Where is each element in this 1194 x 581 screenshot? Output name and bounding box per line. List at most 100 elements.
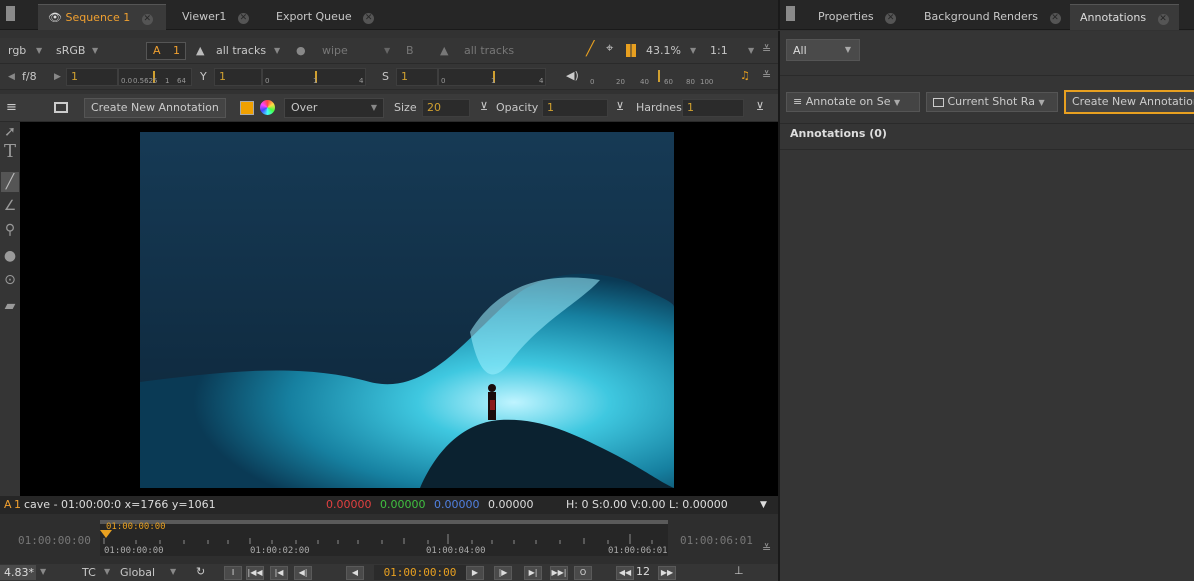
out-point-button[interactable]: O [574,566,592,580]
timeline-ticks [100,520,668,544]
go-to-start-icon[interactable]: |◀◀ [246,566,264,580]
size-slider-icon[interactable]: ⊻ [480,99,488,115]
create-new-annotation-button[interactable]: Create New Annotation [84,98,226,118]
clone-tool-icon[interactable]: ⊙ [1,270,19,290]
input-b-selector[interactable]: B [406,43,414,59]
previous-edit-icon[interactable]: |◀ [270,566,288,580]
line-tool-icon[interactable]: ∠ [1,196,19,216]
audio-slider[interactable]: 0 20 40 60 80 100 [586,68,716,86]
gamma-slider[interactable]: 0 1 4 [262,68,366,86]
step-forward-icon[interactable]: |▶ [494,566,512,580]
status-green: 0.00000 [380,498,426,511]
channels-dropdown[interactable]: rgb [8,43,26,59]
fstop-value[interactable]: f/8 [22,69,37,85]
saturation-field[interactable]: 1 [396,68,438,86]
scope-dropdown[interactable]: Global [120,566,155,579]
tab-viewer[interactable]: Viewer1 ✕ [172,4,259,30]
close-icon[interactable]: ✕ [237,13,249,24]
frame-icon[interactable] [54,102,68,113]
hardness-slider-icon[interactable]: ⊻ [756,99,764,115]
filter-dropdown[interactable]: All ▼ [786,39,860,61]
fstop-increase-icon[interactable]: ▶ [54,69,61,85]
zoom-dropdown[interactable]: 43.1% [646,43,681,59]
wipe-dropdown[interactable]: wipe [322,43,348,59]
pane-grip-icon[interactable] [786,6,795,21]
color-wheel-icon[interactable] [260,100,275,115]
in-point-button[interactable]: I [224,566,242,580]
select-tool-icon[interactable]: ➚ [1,122,19,142]
playhead-time: 01:00:00:00 [106,522,166,532]
speaker-icon[interactable]: ◀) [566,68,579,84]
annotation-menu-icon[interactable]: ≡ [6,100,17,116]
go-to-end-icon[interactable]: ▶▶| [550,566,568,580]
saturation-tick-label: 1 [491,77,496,85]
step-back-icon[interactable]: ◀| [294,566,312,580]
close-icon[interactable]: ✕ [1049,13,1061,24]
gain-field[interactable]: 1 [66,68,118,86]
opacity-field[interactable]: 1 [542,99,608,117]
crosshair-icon[interactable]: ⌖ [606,41,613,57]
blob-tool-icon[interactable]: ● [1,246,19,266]
chevron-down-icon[interactable]: ▼ [760,496,767,514]
layer-icon: ▲ [196,44,205,57]
audio-sync-icon[interactable]: ♫ [740,68,750,84]
viewer-canvas[interactable] [20,122,778,496]
brush-tool-icon[interactable]: ╱ [1,172,19,192]
timecode-mode-dropdown[interactable]: TC [82,566,96,579]
expand-icon[interactable]: ≚ [762,42,771,58]
timeline-ruler[interactable]: 01:00:00:00 01:00:00:00 01:00:02:00 01:0… [100,520,668,556]
tab-properties[interactable]: Properties ✕ [808,4,906,30]
size-label: Size [394,101,417,114]
hardness-field[interactable]: 1 [682,99,744,117]
blend-mode-dropdown[interactable]: Over ▼ [284,98,384,118]
close-icon[interactable]: ✕ [141,14,153,25]
safe-area-icon[interactable] [626,44,636,57]
lut-dropdown[interactable]: sRGB [56,43,85,59]
input-a-selector[interactable]: A 1 [146,42,186,60]
fps-dropdown[interactable]: 4.83* [0,565,36,580]
fstop-decrease-icon[interactable]: ◀ [8,69,15,85]
tab-background-renders[interactable]: Background Renders ✕ [914,4,1071,30]
annotate-on-dropdown[interactable]: ≡ Annotate on Se ▼ [786,92,920,112]
close-icon[interactable]: ✕ [363,13,375,24]
shot-range-dropdown[interactable]: Current Shot Ra ▼ [926,92,1058,112]
wipe-toggle-icon[interactable]: ● [296,43,306,59]
saturation-tick-label: 0 [441,77,446,85]
gamma-field[interactable]: 1 [214,68,262,86]
color-swatch-icon[interactable] [240,101,254,115]
tab-sequence[interactable]: 👁 Sequence 1 ✕ [38,4,166,30]
close-icon[interactable]: ✕ [1157,14,1169,25]
magnify-tool-icon[interactable]: ⚲ [1,220,19,240]
create-new-annotation-panel-button[interactable]: Create New Annotation [1064,90,1194,114]
gain-slider[interactable]: 0.0 0.5625 1 64 [118,68,192,86]
chevron-down-icon: ▼ [384,46,391,55]
audio-scrub-icon[interactable]: ⊥ [734,564,744,577]
close-icon[interactable]: ✕ [885,13,897,24]
pane-grip-icon[interactable] [6,6,15,21]
chevron-down-icon: ▼ [170,567,177,576]
next-edit-icon[interactable]: ▶| [524,566,542,580]
brush-icon[interactable]: ╱ [586,41,594,57]
tracks-b-dropdown[interactable]: all tracks [464,43,514,59]
play-forward-icon[interactable]: ▶ [466,566,484,580]
expand-icon[interactable]: ≚ [762,542,771,555]
text-tool-icon[interactable]: T [1,142,19,162]
tracks-a-dropdown[interactable]: all tracks [216,43,266,59]
tab-export-queue[interactable]: Export Queue ✕ [266,4,384,30]
current-timecode[interactable]: 01:00:00:00 [374,565,466,580]
size-field[interactable]: 20 [422,99,470,117]
opacity-slider-icon[interactable]: ⊻ [616,99,624,115]
timeline-tick-label: 01:00:04:00 [426,546,486,556]
expand-icon[interactable]: ≚ [762,68,771,84]
loop-icon[interactable]: ↻ [196,565,205,578]
eraser-tool-icon[interactable]: ▰ [1,296,19,316]
ratio-dropdown[interactable]: 1:1 [710,43,728,59]
rewind-step-icon[interactable]: ◀◀ [616,566,634,580]
saturation-slider[interactable]: 0 1 4 [438,68,546,86]
step-size-field[interactable]: 12 [636,565,650,578]
tab-annotations[interactable]: Annotations ✕ [1070,4,1179,30]
forward-step-icon[interactable]: ▶▶ [658,566,676,580]
play-backward-icon[interactable]: ◀ [346,566,364,580]
blend-mode-value: Over [291,101,318,114]
audio-tick-label: 20 [616,78,625,86]
